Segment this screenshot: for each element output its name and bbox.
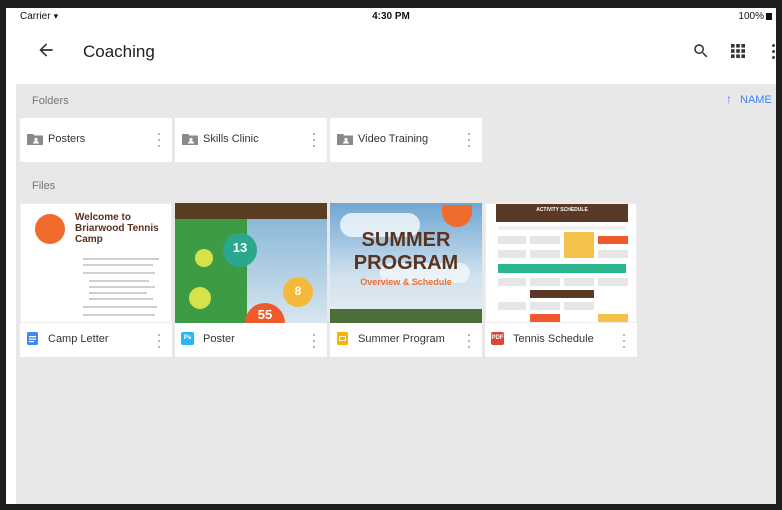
google-docs-icon bbox=[27, 332, 38, 345]
file-name: Summer Program bbox=[358, 333, 445, 345]
grid-view-icon bbox=[731, 44, 745, 58]
shared-folder-icon bbox=[337, 134, 353, 145]
folder-card[interactable]: Posters bbox=[20, 118, 172, 162]
file-menu-button[interactable] bbox=[466, 333, 472, 349]
app-window: Carrier ▾ 4:30 PM 100% Coaching Folders ↑… bbox=[6, 8, 776, 504]
status-bar: Carrier ▾ 4:30 PM 100% bbox=[6, 8, 776, 26]
thumbnail-subheading: Overview & Schedule bbox=[360, 277, 452, 287]
more-options-button[interactable] bbox=[769, 40, 776, 66]
sort-label: NAME bbox=[740, 94, 772, 106]
side-strip bbox=[6, 26, 16, 504]
sort-by-name-button[interactable]: ↑ NAME bbox=[726, 92, 772, 106]
files-section-label: Files bbox=[32, 180, 56, 192]
file-thumbnail: Welcome to Briarwood Tennis Camp bbox=[20, 203, 172, 323]
page-title: Coaching bbox=[83, 42, 155, 61]
thumbnail-heading: ACTIVITY SCHEDULE bbox=[496, 204, 628, 222]
battery-indicator: 100% bbox=[738, 11, 772, 22]
file-menu-button[interactable] bbox=[621, 333, 627, 349]
google-slides-icon bbox=[337, 332, 348, 345]
camp-logo bbox=[35, 214, 65, 244]
folder-menu-button[interactable] bbox=[311, 132, 317, 148]
search-button[interactable] bbox=[692, 42, 714, 64]
shared-folder-icon bbox=[182, 134, 198, 145]
folder-card[interactable]: Video Training bbox=[330, 118, 482, 162]
file-card[interactable]: ACTIVITY SCHEDULE PDF Tennis Schedule bbox=[485, 203, 637, 357]
arrow-up-icon: ↑ bbox=[726, 92, 732, 106]
folder-name: Video Training bbox=[358, 133, 429, 145]
back-button[interactable] bbox=[36, 40, 60, 64]
folder-card[interactable]: Skills Clinic bbox=[175, 118, 327, 162]
thumbnail-heading: Welcome to Briarwood Tennis Camp bbox=[75, 212, 159, 245]
grid-view-button[interactable] bbox=[731, 44, 749, 62]
file-thumbnail: SUMMER PROGRAM Overview & Schedule bbox=[330, 203, 482, 323]
search-icon bbox=[694, 44, 708, 58]
poster-number: 13 bbox=[223, 233, 257, 267]
folders-section-label: Folders bbox=[32, 95, 69, 107]
file-card[interactable]: 13 8 55 Ps Poster bbox=[175, 203, 327, 357]
folder-name: Posters bbox=[48, 133, 86, 145]
photoshop-icon: Ps bbox=[181, 332, 194, 345]
file-thumbnail: ACTIVITY SCHEDULE bbox=[485, 203, 637, 323]
thumbnail-heading: SUMMER bbox=[361, 229, 451, 251]
battery-icon bbox=[766, 13, 772, 20]
thumbnail-heading: PROGRAM bbox=[353, 252, 459, 274]
poster-number: 8 bbox=[283, 277, 313, 307]
file-name: Poster bbox=[203, 333, 235, 345]
pdf-icon: PDF bbox=[491, 332, 504, 345]
file-thumbnail: 13 8 55 bbox=[175, 203, 327, 323]
file-menu-button[interactable] bbox=[311, 333, 317, 349]
file-menu-button[interactable] bbox=[156, 333, 162, 349]
folder-menu-button[interactable] bbox=[156, 132, 162, 148]
arrow-left-icon bbox=[39, 43, 53, 57]
file-card[interactable]: Welcome to Briarwood Tennis Camp Camp Le… bbox=[20, 203, 172, 357]
camp-logo bbox=[442, 205, 472, 227]
file-card[interactable]: SUMMER PROGRAM Overview & Schedule Summe… bbox=[330, 203, 482, 357]
folder-name: Skills Clinic bbox=[203, 133, 259, 145]
status-time: 4:30 PM bbox=[372, 11, 410, 22]
file-name: Tennis Schedule bbox=[513, 333, 594, 345]
file-name: Camp Letter bbox=[48, 333, 109, 345]
app-bar: Coaching bbox=[16, 26, 776, 84]
folder-menu-button[interactable] bbox=[466, 132, 472, 148]
shared-folder-icon bbox=[27, 134, 43, 145]
